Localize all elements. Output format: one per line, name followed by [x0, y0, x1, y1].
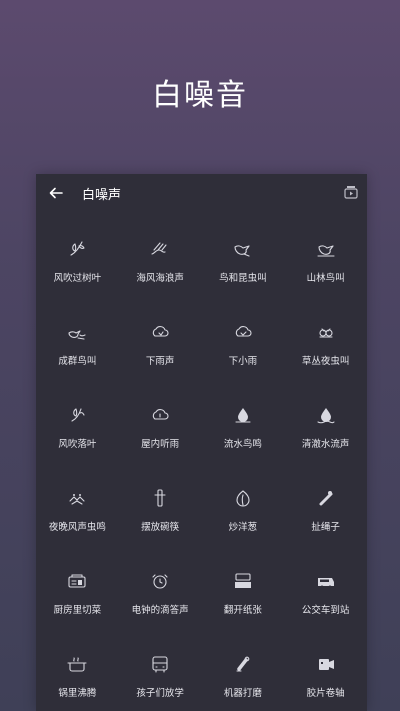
sound-item[interactable]: 胶片卷轴 [284, 639, 367, 711]
sound-item[interactable]: 电钟的滴答声 [119, 556, 202, 639]
sound-label: 机器打磨 [223, 688, 262, 699]
sound-item[interactable]: 草丛夜虫叫 [284, 307, 367, 390]
sound-label: 翻开纸张 [223, 605, 262, 616]
sound-item[interactable]: 屋内听雨 [119, 390, 202, 473]
sound-item[interactable]: 风吹落叶 [36, 390, 119, 473]
sound-label: 扯绳子 [311, 522, 340, 533]
sound-item[interactable]: 海风海浪声 [119, 224, 202, 307]
flock-icon [66, 321, 88, 343]
sound-item[interactable]: 鸟和昆虫叫 [202, 224, 285, 307]
machine-icon [232, 653, 254, 675]
rope-icon [315, 487, 337, 509]
sound-item[interactable]: 孩子们放学 [119, 639, 202, 711]
sound-label: 流水鸟鸣 [223, 439, 262, 450]
school-bus-icon [149, 653, 171, 675]
water-drop-icon [232, 404, 254, 426]
mountain-bird-icon [315, 238, 337, 260]
leaf-icon [66, 238, 88, 260]
sound-label: 摆放碗筷 [141, 522, 180, 533]
sound-label: 锅里沸腾 [58, 688, 97, 699]
sound-item[interactable]: 机器打磨 [202, 639, 285, 711]
sound-label: 山林鸟叫 [306, 273, 345, 284]
light-rain-icon [232, 321, 254, 343]
sound-item[interactable]: 清澈水流声 [284, 390, 367, 473]
sound-label: 炒洋葱 [228, 522, 258, 533]
sound-label: 成群鸟叫 [58, 356, 97, 367]
sound-label: 厨房里切菜 [53, 605, 102, 616]
sound-item[interactable]: 扯绳子 [284, 473, 367, 556]
falling-leaf-icon [66, 404, 88, 426]
sound-label: 孩子们放学 [136, 688, 184, 699]
app-screen: 白噪声 风吹过树叶 海风海浪声 鸟和昆虫叫 山林鸟叫 成群鸟叫 下雨声 下小雨 草丛夜虫叫 风吹… [36, 174, 367, 711]
sound-grid: 风吹过树叶 海风海浪声 鸟和昆虫叫 山林鸟叫成群鸟叫 下雨声 下小雨 草丛夜虫叫风吹落叶 屋内… [36, 224, 367, 711]
onion-icon [232, 487, 254, 509]
sound-label: 夜晚风声虫鸣 [48, 522, 106, 533]
sound-label: 草丛夜虫叫 [301, 356, 350, 367]
page-title: 白噪声 [82, 187, 122, 203]
insect-icon [315, 321, 337, 343]
sound-label: 清澈水流声 [301, 439, 350, 450]
sound-label: 海风海浪声 [136, 273, 184, 284]
stream-icon [315, 404, 337, 426]
indoor-rain-icon [149, 404, 171, 426]
sound-label: 风吹落叶 [58, 439, 97, 450]
back-button[interactable] [36, 174, 76, 212]
hero-title: 白噪音 [152, 78, 248, 113]
sound-label: 电钟的滴答声 [131, 605, 189, 616]
sound-item[interactable]: 公交车到站 [284, 556, 367, 639]
timer-icon [344, 186, 358, 199]
back-arrow-icon [49, 187, 63, 199]
sound-item[interactable]: 风吹过树叶 [36, 224, 119, 307]
sound-label: 下雨声 [145, 356, 175, 367]
sound-label: 屋内听雨 [141, 439, 180, 450]
wave-icon [149, 238, 171, 260]
sound-label: 鸟和昆虫叫 [219, 273, 267, 284]
pot-icon [66, 653, 88, 675]
kitchen-icon [66, 570, 88, 592]
clock-icon [149, 570, 171, 592]
timer-button[interactable] [343, 184, 359, 200]
chopsticks-icon [149, 487, 171, 509]
sound-label: 下小雨 [228, 356, 258, 367]
sound-item[interactable]: 摆放碗筷 [119, 473, 202, 556]
sound-item[interactable]: 炒洋葱 [202, 473, 285, 556]
paper-icon [232, 570, 254, 592]
bird-icon [232, 238, 254, 260]
sound-label: 胶片卷轴 [306, 688, 345, 699]
sound-label: 公交车到站 [301, 605, 350, 616]
sound-item[interactable]: 山林鸟叫 [284, 224, 367, 307]
sound-label: 风吹过树叶 [53, 273, 102, 284]
bus-icon [315, 570, 337, 592]
sound-item[interactable]: 厨房里切菜 [36, 556, 119, 639]
app-header: 白噪声 [36, 174, 367, 212]
sound-item[interactable]: 下雨声 [119, 307, 202, 390]
sound-item[interactable]: 流水鸟鸣 [202, 390, 285, 473]
sound-item[interactable]: 锅里沸腾 [36, 639, 119, 711]
sound-item[interactable]: 夜晚风声虫鸣 [36, 473, 119, 556]
film-icon [315, 653, 337, 675]
night-bug-icon [66, 487, 88, 509]
sound-item[interactable]: 成群鸟叫 [36, 307, 119, 390]
sound-item[interactable]: 下小雨 [202, 307, 285, 390]
rain-cloud-icon [149, 321, 171, 343]
sound-item[interactable]: 翻开纸张 [202, 556, 285, 639]
